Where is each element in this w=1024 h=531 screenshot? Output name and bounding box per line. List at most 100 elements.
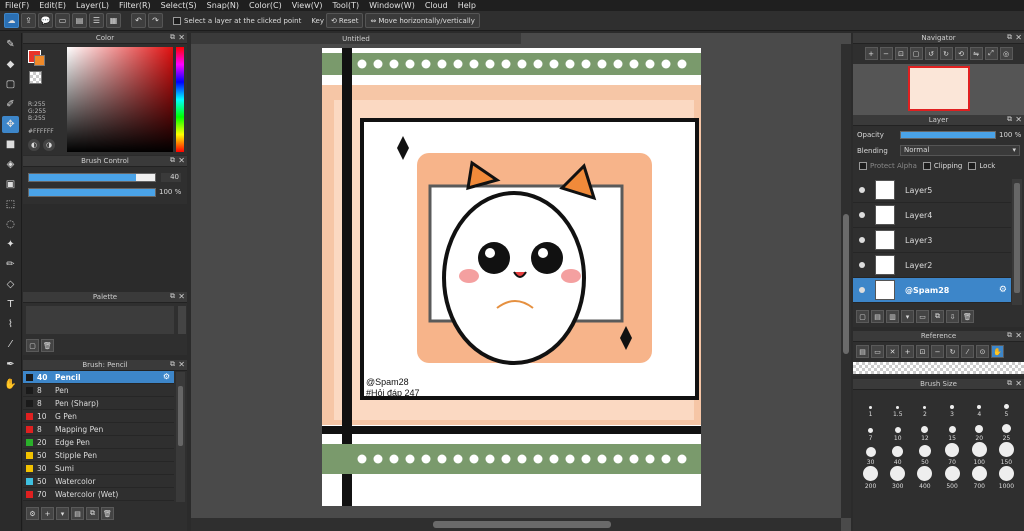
brush-size-option[interactable]: 30 [857,442,884,466]
menu-item-2[interactable]: Layer(L) [71,1,114,10]
delete-palette-icon[interactable]: 🗑 [41,339,54,352]
layer-folder-icon[interactable]: ▭ [916,310,929,323]
fit-icon[interactable]: ⊡ [894,47,908,60]
brush-copy-icon[interactable]: ⧉ [86,507,99,520]
float-icon[interactable]: ⧉ [1007,331,1012,340]
float-icon[interactable]: ⧉ [170,156,175,165]
menu-item-0[interactable]: File(F) [0,1,34,10]
brush-list-item[interactable]: 8 Mapping Pen [23,423,174,436]
menu-item-8[interactable]: Tool(T) [327,1,364,10]
brush-list-item[interactable]: 50 Watercolor [23,475,174,488]
palette-swatches-area[interactable] [26,306,174,334]
pen-tool-icon[interactable]: ✒ [2,356,19,373]
open-canvas-icon[interactable]: ▤ [856,345,869,358]
page-icon[interactable]: ▤ [72,13,87,28]
brush-size-option[interactable]: 1 [857,394,884,418]
close-icon[interactable]: ✕ [178,156,185,165]
float-icon[interactable]: ⧉ [1007,33,1012,42]
ref-hand-icon[interactable]: ✋ [991,345,1004,358]
select-rect-tool-icon[interactable]: ▢ [2,76,19,93]
brush-size-option[interactable]: 70 [938,442,965,466]
palette-scrollbar[interactable] [178,306,186,334]
float-icon[interactable]: ⧉ [170,33,175,42]
lasso-select-tool-icon[interactable]: ◌ [2,216,19,233]
layer-row[interactable]: Layer2 [853,253,1011,278]
menu-item-7[interactable]: View(V) [287,1,328,10]
brush-size-option[interactable]: 15 [938,418,965,442]
brush-size-option[interactable]: 25 [993,418,1020,442]
brush-size-option[interactable]: 2 [911,394,938,418]
canvas-tab[interactable]: Untitled [191,33,521,44]
new-palette-icon[interactable]: ▢ [26,339,39,352]
comment-icon[interactable]: ▭ [55,13,70,28]
bucket-tool-icon[interactable]: ◈ [2,156,19,173]
menu-item-9[interactable]: Window(W) [364,1,420,10]
move-tool-icon[interactable]: ✥ [2,116,19,133]
menu-item-10[interactable]: Cloud [420,1,453,10]
new-layer-icon[interactable]: ▢ [856,310,869,323]
select-eraser-tool-icon[interactable]: ◇ [2,276,19,293]
brush-list-item[interactable]: 70 Watercolor (Wet) [23,488,174,501]
canvas-vertical-scrollbar[interactable] [841,44,851,518]
actual-size-icon[interactable]: ▢ [909,47,923,60]
brush-size-option[interactable]: 200 [857,466,884,490]
brush-size-option[interactable]: 3 [938,394,965,418]
menu-item-3[interactable]: Filter(R) [114,1,156,10]
color-mix-icon[interactable]: ◑ [43,139,55,151]
eyedropper-tool-icon[interactable]: ⁄ [2,336,19,353]
brush-list-item[interactable]: 40 Pencil ⚙ [23,371,174,384]
visibility-eye-icon[interactable] [859,187,865,193]
menu-item-1[interactable]: Edit(E) [34,1,71,10]
brush-size-option[interactable]: 400 [911,466,938,490]
brush-size-option[interactable]: 100 [966,442,993,466]
brush-size-value[interactable]: 40 [161,173,181,182]
canvas-area[interactable]: Untitled @Spam28 #Hỏi đáp 247 [191,33,851,531]
close-icon[interactable]: ✕ [1015,331,1022,340]
brush-size-option[interactable]: 700 [966,466,993,490]
redo-button[interactable]: ↷ [148,13,163,28]
brush-list-item[interactable]: 30 Sumi [23,462,174,475]
protect-alpha-checkbox[interactable]: Protect Alpha [859,162,917,170]
list-icon[interactable]: ☰ [89,13,104,28]
menu-item-11[interactable]: Help [453,1,481,10]
select-tool-icon[interactable]: ⬚ [2,196,19,213]
zoom-fit-icon[interactable]: ⤢ [984,47,998,60]
menu-item-6[interactable]: Color(C) [244,1,287,10]
visibility-eye-icon[interactable] [859,287,865,293]
select-pen-tool-icon[interactable]: ✏ [2,256,19,273]
layer-scrollbar[interactable] [1012,179,1022,305]
move-button[interactable]: ⇔ Move horizontally/vertically [365,13,480,28]
clipping-checkbox[interactable]: Clipping [922,162,962,170]
visibility-eye-icon[interactable] [859,237,865,243]
reset-button[interactable]: ⟲ Reset [326,13,364,28]
float-icon[interactable]: ⧉ [170,360,175,369]
delete-layer-icon[interactable]: 🗑 [961,310,974,323]
brush-size-option[interactable]: 50 [911,442,938,466]
brush-settings-icon[interactable]: ⚙ [26,507,39,520]
menu-item-4[interactable]: Select(S) [156,1,202,10]
lasso-tool-icon[interactable]: ✐ [2,96,19,113]
float-icon[interactable]: ⧉ [1007,379,1012,388]
brush-tool-icon[interactable]: ✎ [2,36,19,53]
ref-eyedropper-icon[interactable]: ⁄ [961,345,974,358]
brush-size-option[interactable]: 1.5 [884,394,911,418]
brush-size-slider[interactable] [28,173,156,182]
ref-fit-icon[interactable]: ⊡ [916,345,929,358]
magic-wand-tool-icon[interactable]: ✦ [2,236,19,253]
new-layer-8bit-icon[interactable]: ▥ [886,310,899,323]
brush-list-item[interactable]: 50 Stipple Pen [23,449,174,462]
layer-opacity-slider[interactable] [900,131,996,139]
brush-list-item[interactable]: 8 Pen (Sharp) [23,397,174,410]
ref-zoom-in-icon[interactable]: + [901,345,914,358]
speech-bubble-icon[interactable]: 💬 [38,13,53,28]
artwork[interactable]: @Spam28 #Hỏi đáp 247 [322,48,701,506]
brush-size-option[interactable]: 4 [966,394,993,418]
layer-options-icon[interactable]: ▾ [901,310,914,323]
brush-list-item[interactable]: 10 G Pen [23,410,174,423]
new-layer-1bit-icon[interactable]: ▤ [871,310,884,323]
checkbox-icon[interactable] [968,162,977,170]
grid-icon[interactable]: ▦ [106,13,121,28]
color-saturation-field[interactable] [67,47,173,152]
reset-rotation-icon[interactable]: ⟲ [954,47,968,60]
undo-button[interactable]: ↶ [131,13,146,28]
